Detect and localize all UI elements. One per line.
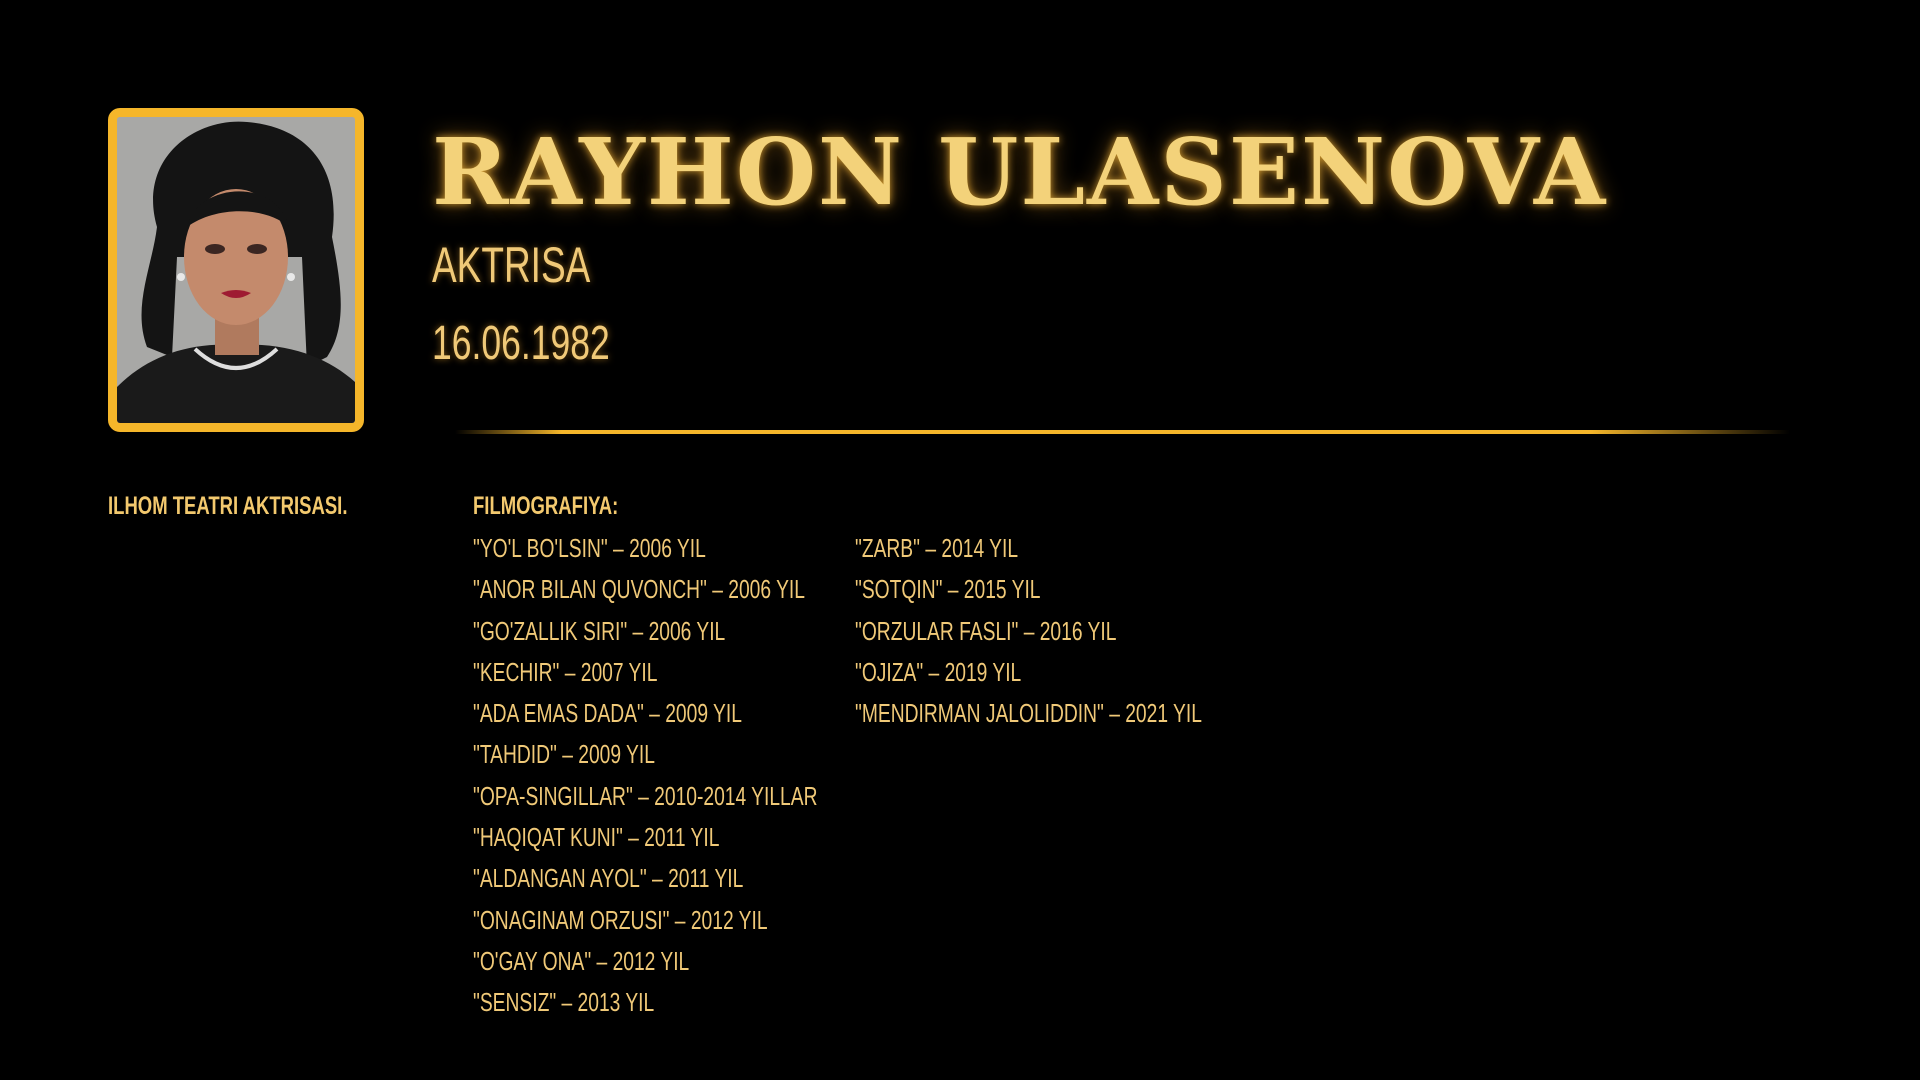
film-item: "ADA EMAS DADA" – 2009 YIL xyxy=(473,698,742,729)
film-item: "ONAGINAM ORZUSI" – 2012 YIL xyxy=(473,904,768,935)
profile-photo xyxy=(108,108,364,432)
actor-role: AKTRISA xyxy=(432,237,591,293)
film-item: "ANOR BILAN QUVONCH" – 2006 YIL xyxy=(473,574,805,605)
film-item: "ORZULAR FASLI" – 2016 YIL xyxy=(855,615,1117,646)
actor-name: RAYHON ULASENOVA xyxy=(432,118,1608,226)
film-item: "GO'ZALLIK SIRI" – 2006 YIL xyxy=(473,615,726,646)
about-text: ILHOM TEATRI AKTRISASI. xyxy=(108,492,348,520)
gold-divider xyxy=(455,430,1790,434)
film-item: "SENSIZ" – 2013 YIL xyxy=(473,987,655,1018)
film-item: "KECHIR" – 2007 YIL xyxy=(473,656,658,687)
filmography-column-1: "YO'L BO'LSIN" – 2006 YIL "ANOR BILAN QU… xyxy=(473,533,817,1029)
film-item: "MENDIRMAN JALOLIDDIN" – 2021 YIL xyxy=(855,698,1202,729)
portrait-image xyxy=(117,117,355,423)
filmography-column-2: "ZARB" – 2014 YIL "SOTQIN" – 2015 YIL "O… xyxy=(855,533,1202,739)
filmography-heading: FILMOGRAFIYA: xyxy=(473,492,619,520)
film-item: "TAHDID" – 2009 YIL xyxy=(473,739,655,770)
film-item: "O'GAY ONA" – 2012 YIL xyxy=(473,945,690,976)
film-item: "OPA-SINGILLAR" – 2010-2014 YILLAR xyxy=(473,780,818,811)
film-item: "ALDANGAN AYOL" – 2011 YIL xyxy=(473,863,744,894)
film-item: "OJIZA" – 2019 YIL xyxy=(855,656,1022,687)
birth-date: 16.06.1982 xyxy=(432,317,610,370)
film-item: "YO'L BO'LSIN" – 2006 YIL xyxy=(473,533,706,563)
film-item: "ZARB" – 2014 YIL xyxy=(855,533,1019,563)
film-item: "HAQIQAT KUNI" – 2011 YIL xyxy=(473,822,720,853)
film-item: "SOTQIN" – 2015 YIL xyxy=(855,574,1041,605)
